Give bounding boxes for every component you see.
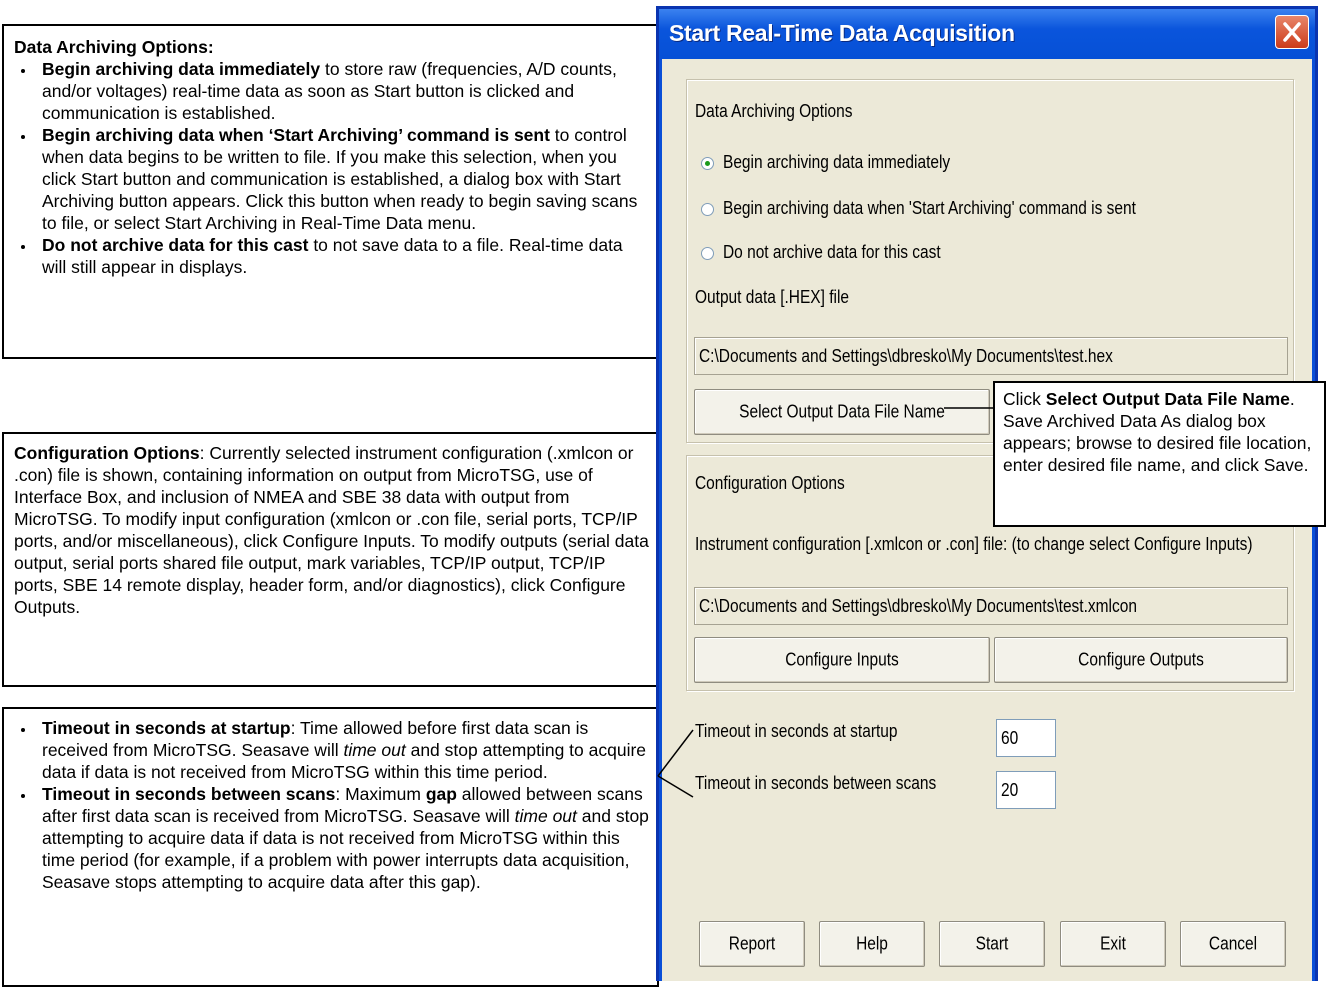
dialog-titlebar[interactable]: Start Real-Time Data Acquisition (659, 9, 1315, 59)
configuration-note-title: Configuration Options (14, 443, 200, 463)
archiving-note-item: Begin archiving data immediately to stor… (36, 58, 649, 124)
dialog-title: Start Real-Time Data Acquisition (669, 20, 1015, 46)
archiving-note-item: Do not archive data for this cast to not… (36, 234, 649, 278)
close-button[interactable] (1275, 15, 1309, 49)
start-button-label: Start (975, 933, 1009, 954)
timeout-between-input[interactable]: 20 (996, 771, 1056, 809)
help-button-label: Help (856, 933, 888, 954)
radio-button[interactable] (701, 157, 714, 170)
radio-button[interactable] (701, 203, 714, 216)
radio-button[interactable] (701, 247, 714, 260)
config-file-label: Instrument configuration [.xmlcon or .co… (695, 534, 1253, 554)
archiving-note: Data Archiving Options: Begin archiving … (2, 24, 659, 359)
configure-outputs-button[interactable]: Configure Outputs (994, 637, 1288, 683)
output-file-path-field: C:\Documents and Settings\dbresko\My Doc… (694, 337, 1288, 375)
close-x-icon (1283, 22, 1301, 42)
archiving-note-title: Data Archiving Options: (14, 37, 214, 57)
archiving-group-label: Data Archiving Options (695, 101, 853, 121)
timeout-startup-value: 60 (1001, 728, 1019, 748)
timeout-between-value: 20 (1001, 780, 1019, 800)
configure-inputs-button-label: Configure Inputs (785, 649, 899, 670)
radio-label[interactable]: Do not archive data for this cast (723, 242, 941, 263)
configure-outputs-button-label: Configure Outputs (1078, 649, 1204, 670)
config-file-path: C:\Documents and Settings\dbresko\My Doc… (699, 596, 1137, 616)
archiving-note-item: Begin archiving data when ‘Start Archivi… (36, 124, 649, 234)
timeout-startup-input[interactable]: 60 (996, 719, 1056, 757)
timeout-note: Timeout in seconds at startup: Time allo… (2, 707, 659, 987)
configuration-note-text: : Currently selected instrument configur… (14, 443, 649, 617)
output-file-path: C:\Documents and Settings\dbresko\My Doc… (699, 346, 1113, 366)
timeout-note-list: Timeout in seconds at startup: Time allo… (14, 717, 649, 893)
output-file-label: Output data [.HEX] file (695, 287, 850, 307)
cancel-button[interactable]: Cancel (1180, 921, 1286, 967)
report-button[interactable]: Report (699, 921, 805, 967)
cancel-button-label: Cancel (1208, 933, 1258, 954)
configure-inputs-button[interactable]: Configure Inputs (694, 637, 990, 683)
radio-label[interactable]: Begin archiving data when 'Start Archivi… (723, 198, 1136, 219)
timeout-note-item-between: Timeout in seconds between scans: Maximu… (36, 783, 649, 893)
config-file-path-field: C:\Documents and Settings\dbresko\My Doc… (694, 587, 1288, 625)
radio-label[interactable]: Begin archiving data immediately (723, 152, 950, 173)
report-button-label: Report (728, 933, 776, 954)
select-output-file-button[interactable]: Select Output Data File Name (694, 389, 990, 435)
select-output-file-button-label: Select Output Data File Name (739, 401, 945, 422)
timeout-startup-label: Timeout in seconds at startup (695, 721, 898, 741)
configuration-group-label: Configuration Options (695, 473, 845, 493)
start-button[interactable]: Start (939, 921, 1045, 967)
archiving-note-list: Begin archiving data immediately to stor… (14, 58, 649, 278)
select-file-callout: Click Select Output Data File Name. Save… (993, 381, 1326, 527)
configuration-note: Configuration Options: Currently selecte… (2, 432, 659, 687)
exit-button[interactable]: Exit (1060, 921, 1166, 967)
help-button[interactable]: Help (819, 921, 925, 967)
timeout-note-item-startup: Timeout in seconds at startup: Time allo… (36, 717, 649, 783)
timeout-between-label: Timeout in seconds between scans (695, 773, 937, 793)
exit-button-label: Exit (1100, 933, 1126, 954)
